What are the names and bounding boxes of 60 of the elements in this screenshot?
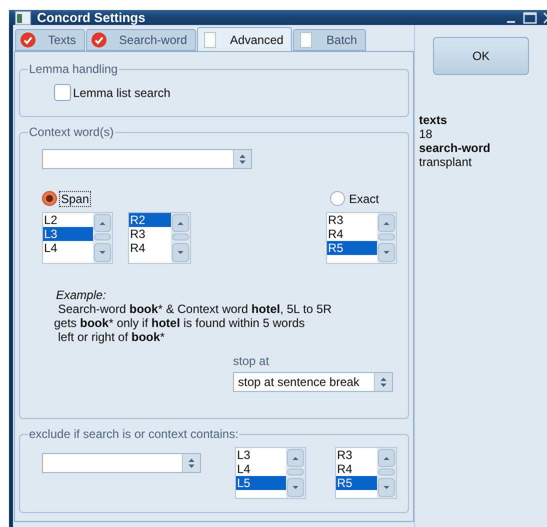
list-item[interactable]: R5 — [327, 241, 377, 255]
maximize-icon[interactable] — [523, 12, 537, 24]
checkmark-icon — [91, 32, 108, 48]
checkbox[interactable] — [54, 84, 71, 101]
radio-label: Exact — [348, 192, 380, 206]
window-title: Concord Settings — [37, 10, 146, 25]
example-text: left or right of book* — [58, 330, 166, 344]
spin-arrows-icon[interactable] — [233, 150, 251, 168]
blank-page-icon — [202, 32, 218, 48]
info-value: 18 — [419, 127, 434, 141]
list-item[interactable]: R4 — [327, 227, 377, 241]
stop-at-combo[interactable]: stop at sentence break — [233, 372, 393, 392]
info-label: texts — [419, 113, 448, 127]
info-value: transplant — [419, 155, 473, 169]
list-item[interactable]: R2 — [129, 213, 171, 227]
example-text: Search-word book* & Context word hotel, 5L to 5R — [58, 302, 333, 316]
scrollbar[interactable] — [93, 213, 112, 263]
info-label: search-word — [419, 141, 492, 155]
list-item[interactable]: R3 — [327, 213, 377, 227]
list-item[interactable]: R4 — [336, 462, 377, 476]
spin-arrows-icon[interactable] — [374, 373, 392, 391]
list-item[interactable]: L3 — [236, 448, 286, 462]
list-item[interactable]: L4 — [43, 241, 93, 255]
list-box[interactable]: L3 L4 L5 — [235, 447, 306, 499]
exclude-combo[interactable] — [42, 453, 201, 473]
tab[interactable]: Texts — [15, 29, 86, 51]
list-item[interactable]: L5 — [236, 476, 286, 490]
context-word-combo[interactable] — [42, 149, 252, 169]
blank-page-icon — [298, 32, 314, 48]
group-title: exclude if search is or context contains: — [28, 427, 240, 441]
radio-label: Span — [60, 192, 90, 206]
radio-button[interactable] — [330, 191, 345, 206]
group-title: Lemma handling — [28, 62, 119, 76]
ok-button[interactable]: OK — [433, 37, 529, 75]
list-item[interactable]: R4 — [129, 241, 171, 255]
list-box[interactable]: R3 R4 R5 — [335, 447, 397, 499]
tab[interactable]: Batch — [293, 29, 366, 51]
spin-arrows-icon[interactable] — [182, 454, 200, 472]
list-box[interactable]: R2 R3 R4 — [128, 212, 191, 264]
list-item[interactable]: L2 — [43, 213, 93, 227]
scrollbar[interactable] — [377, 213, 396, 263]
scrollbar[interactable] — [286, 448, 305, 498]
tab[interactable]: Search-word — [86, 29, 196, 51]
scrollbar[interactable] — [377, 448, 396, 498]
list-item[interactable]: R3 — [336, 448, 377, 462]
list-item[interactable]: L3 — [43, 227, 93, 241]
list-box[interactable]: L2 L3 L4 — [42, 212, 113, 264]
list-item[interactable]: L4 — [236, 462, 286, 476]
group-title: Context word(s) — [28, 125, 115, 139]
scrollbar[interactable] — [171, 213, 190, 263]
list-item[interactable]: R5 — [336, 476, 377, 490]
example-heading: Example: — [56, 288, 108, 302]
radio-button[interactable] — [42, 191, 57, 206]
checkmark-icon — [20, 32, 36, 48]
example-text: gets book* only if hotel is found within 5 words — [54, 316, 306, 330]
list-item[interactable]: R3 — [129, 227, 171, 241]
tab[interactable]: Advanced — [197, 27, 292, 51]
list-box[interactable]: R3 R4 R5 — [326, 212, 397, 264]
stop-at-label: stop at — [233, 354, 270, 368]
checkbox-label: Lemma list search — [73, 86, 170, 100]
